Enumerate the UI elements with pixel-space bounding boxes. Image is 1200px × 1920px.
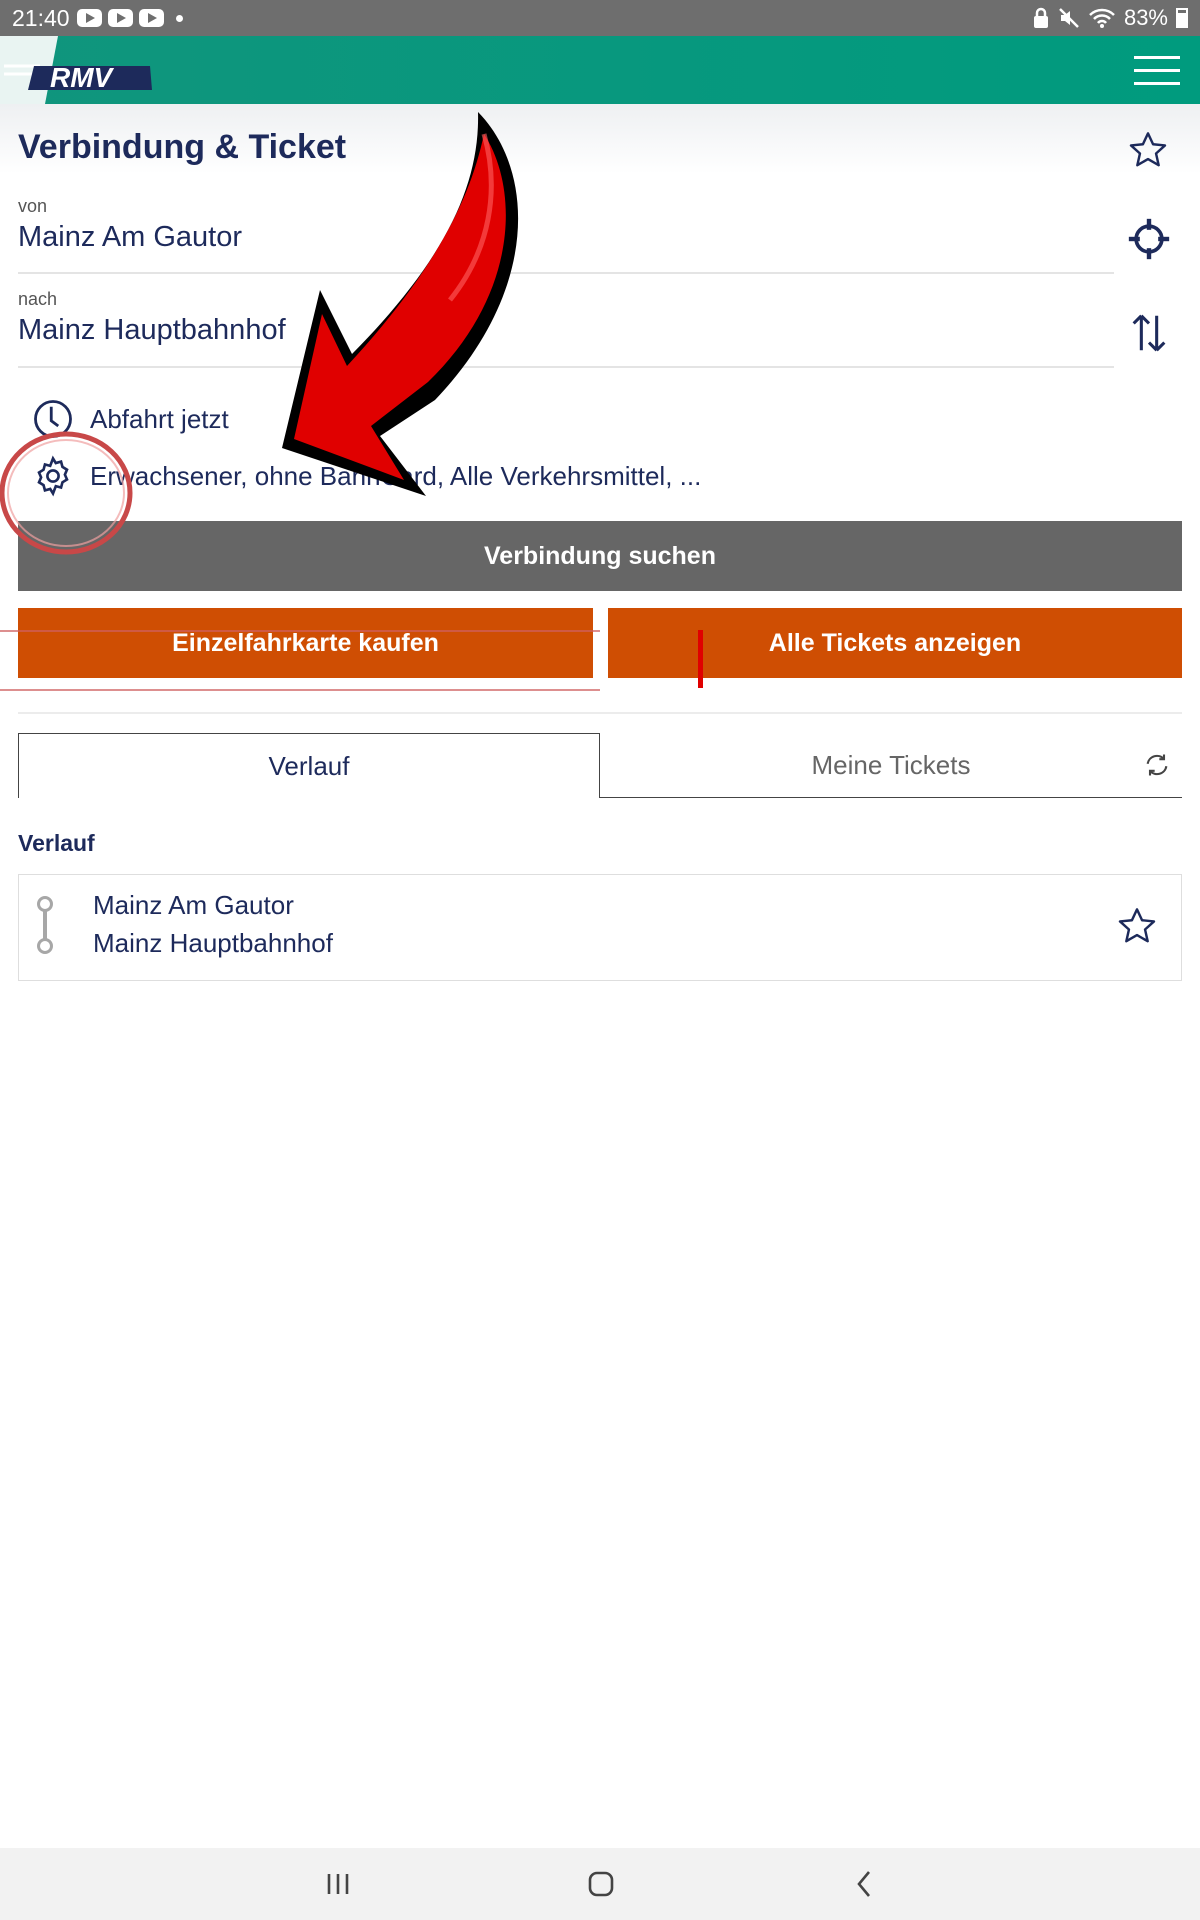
app-header: RMV xyxy=(0,36,1200,104)
star-icon xyxy=(1118,908,1156,943)
home-icon xyxy=(588,1871,614,1897)
home-button[interactable] xyxy=(571,1862,631,1906)
youtube-notification-icon xyxy=(77,9,102,27)
back-button[interactable] xyxy=(834,1862,894,1906)
show-all-tickets-button[interactable]: Alle Tickets anzeigen xyxy=(608,608,1182,678)
refresh-tickets-button[interactable] xyxy=(1140,748,1174,782)
swap-arrows-icon xyxy=(1132,314,1166,352)
back-icon xyxy=(857,1871,870,1897)
rmv-logo[interactable]: RMV xyxy=(0,36,160,104)
menu-bar xyxy=(1134,82,1180,85)
recent-apps-icon xyxy=(327,1874,349,1894)
status-time: 21:40 xyxy=(12,5,70,31)
from-label: von xyxy=(18,196,48,216)
history-from: Mainz Am Gautor xyxy=(93,890,294,920)
options-text: Erwachsener, ohne BahnCard, Alle Verkehr… xyxy=(90,460,702,491)
rmv-logo-graphic: RMV xyxy=(0,36,152,104)
crosshair-icon xyxy=(1128,218,1170,260)
recent-apps-button[interactable] xyxy=(308,1862,368,1906)
more-notifications-icon xyxy=(176,15,183,22)
route-icon xyxy=(37,896,53,954)
lock-icon xyxy=(1033,7,1048,28)
tab-my-tickets[interactable]: Meine Tickets xyxy=(600,733,1182,798)
tab-history[interactable]: Verlauf xyxy=(18,733,600,798)
from-field[interactable]: von Mainz Am Gautor xyxy=(18,196,1114,274)
buy-single-ticket-button[interactable]: Einzelfahrkarte kaufen xyxy=(18,608,593,678)
youtube-notification-icon xyxy=(108,9,133,27)
favorite-star-button[interactable] xyxy=(1126,128,1170,172)
departure-time-row[interactable]: Abfahrt jetzt xyxy=(32,398,229,440)
app-screen: 21:40 83% RMV Verbindung & Ticket von Ma… xyxy=(0,0,1200,1920)
system-navigation-bar xyxy=(0,1848,1200,1920)
divider xyxy=(18,712,1182,714)
status-bar: 21:40 83% xyxy=(0,0,1200,36)
locate-button[interactable] xyxy=(1126,216,1172,262)
history-section-title: Verlauf xyxy=(18,830,95,856)
wifi-icon xyxy=(1089,8,1115,28)
gear-icon xyxy=(37,455,69,497)
to-value: Mainz Hauptbahnhof xyxy=(18,314,286,346)
menu-button[interactable] xyxy=(1134,50,1180,90)
history-to: Mainz Hauptbahnhof xyxy=(93,928,333,958)
page-title: Verbindung & Ticket xyxy=(18,128,347,166)
search-connection-button[interactable]: Verbindung suchen xyxy=(18,521,1182,591)
status-right: 83% xyxy=(1032,4,1188,32)
departure-text: Abfahrt jetzt xyxy=(90,403,229,434)
clock-icon xyxy=(34,400,72,438)
logo-text: RMV xyxy=(50,62,115,93)
history-favorite-button[interactable] xyxy=(1115,904,1159,948)
to-field[interactable]: nach Mainz Hauptbahnhof xyxy=(18,289,1114,368)
swap-stations-button[interactable] xyxy=(1126,310,1172,356)
to-label: nach xyxy=(18,289,58,309)
menu-bar xyxy=(1134,69,1180,72)
history-item[interactable]: Mainz Am Gautor Mainz Hauptbahnhof xyxy=(18,874,1182,981)
star-icon xyxy=(1129,132,1167,167)
mute-icon xyxy=(1059,8,1079,28)
travel-options-row[interactable]: Erwachsener, ohne BahnCard, Alle Verkehr… xyxy=(32,455,701,497)
battery-percent: 83% xyxy=(1123,5,1168,30)
youtube-notification-icon xyxy=(139,9,164,27)
battery-icon xyxy=(1176,8,1188,28)
from-value: Mainz Am Gautor xyxy=(18,221,243,253)
menu-bar xyxy=(1134,56,1180,59)
refresh-icon xyxy=(1146,754,1168,776)
tab-my-tickets-label: Meine Tickets xyxy=(811,749,971,780)
